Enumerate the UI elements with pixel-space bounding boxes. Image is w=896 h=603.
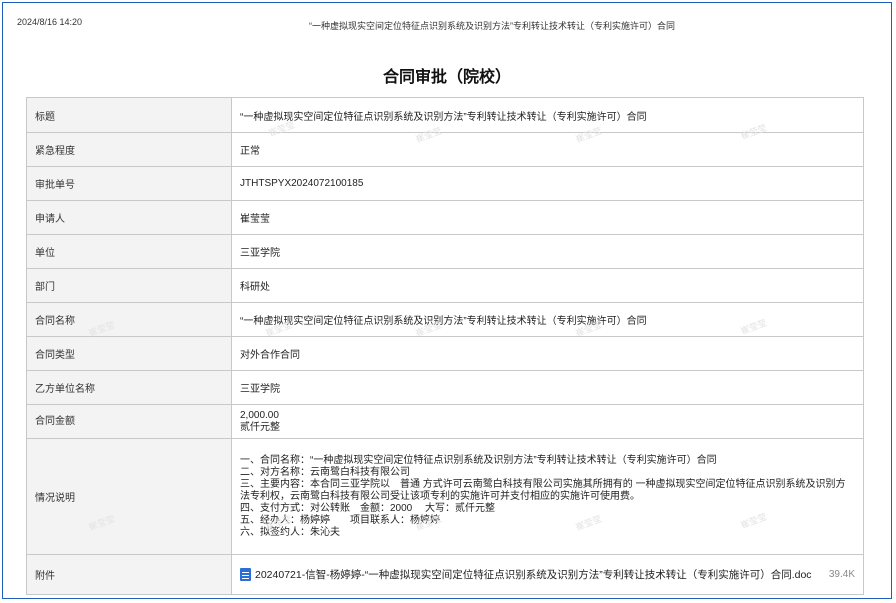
label-amount: 合同金额 — [26, 404, 232, 439]
amount-number: 2,000.00 — [240, 409, 279, 421]
label-party-b: 乙方单位名称 — [26, 370, 232, 405]
page-title: 合同审批（院校） — [382, 69, 511, 86]
value-attachment: 20240721-信智-杨婷婷-“一种虚拟现实空间定位特征点识别系统及识别方法”… — [231, 554, 864, 595]
row-department: 部门 科研处 — [26, 268, 864, 303]
approval-form-table: 标题 “一种虚拟现实空间定位特征点识别系统及识别方法”专利转让技术转让（专利实施… — [26, 97, 864, 595]
value-unit: 三亚学院 — [231, 234, 864, 269]
row-title: 标题 “一种虚拟现实空间定位特征点识别系统及识别方法”专利转让技术转让（专利实施… — [26, 97, 864, 133]
description-line: 一、合同名称：“一种虚拟现实空间定位特征点识别系统及识别方法”专利转让技术转让（… — [240, 454, 717, 466]
amount-chinese: 贰仟元整 — [240, 421, 280, 433]
value-title: “一种虚拟现实空间定位特征点识别系统及识别方法”专利转让技术转让（专利实施许可）… — [231, 97, 864, 133]
label-title: 标题 — [26, 97, 232, 133]
row-contract-type: 合同类型 对外合作合同 — [26, 336, 864, 371]
row-urgency: 紧急程度 正常 — [26, 132, 864, 167]
value-contract-name: “一种虚拟现实空间定位特征点识别系统及识别方法”专利转让技术转让（专利实施许可）… — [231, 302, 864, 337]
label-unit: 单位 — [26, 234, 232, 269]
row-description: 情况说明 一、合同名称：“一种虚拟现实空间定位特征点识别系统及识别方法”专利转让… — [26, 438, 864, 555]
description-line: 四、支付方式：对公转账 金额：2000 大写：贰仟元整 — [240, 502, 496, 514]
row-applicant: 申请人 崔莹莹 — [26, 200, 864, 235]
value-description: 一、合同名称：“一种虚拟现实空间定位特征点识别系统及识别方法”专利转让技术转让（… — [231, 438, 864, 555]
value-department: 科研处 — [231, 268, 864, 303]
row-party-b: 乙方单位名称 三亚学院 — [26, 370, 864, 405]
description-line: 六、拟签约人：朱沁夫 — [240, 526, 340, 538]
description-line: 五、经办人：杨婷婷 项目联系人：杨婷婷 — [240, 514, 440, 526]
description-line: 二、对方名称：云南鹭白科技有限公司 — [240, 466, 410, 478]
label-attachment: 附件 — [26, 554, 232, 595]
value-applicant: 崔莹莹 — [231, 200, 864, 235]
label-contract-name: 合同名称 — [26, 302, 232, 337]
label-approval-no: 审批单号 — [26, 166, 232, 201]
attachment-item[interactable]: 20240721-信智-杨婷婷-“一种虚拟现实空间定位特征点识别系统及识别方法”… — [240, 567, 855, 582]
attachment-file-link[interactable]: 20240721-信智-杨婷婷-“一种虚拟现实空间定位特征点识别系统及识别方法”… — [255, 567, 812, 582]
doc-file-icon — [240, 568, 251, 581]
value-contract-type: 对外合作合同 — [231, 336, 864, 371]
row-amount: 合同金额 2,000.00 贰仟元整 — [26, 404, 864, 439]
label-description: 情况说明 — [26, 438, 232, 555]
label-department: 部门 — [26, 268, 232, 303]
row-contract-name: 合同名称 “一种虚拟现实空间定位特征点识别系统及识别方法”专利转让技术转让（专利… — [26, 302, 864, 337]
print-doc-title: “一种虚拟现实空间定位特征点识别系统及识别方法”专利转让技术转让（专利实施许可）… — [309, 21, 675, 31]
row-unit: 单位 三亚学院 — [26, 234, 864, 269]
row-attachment: 附件 20240721-信智-杨婷婷-“一种虚拟现实空间定位特征点识别系统及识别… — [26, 554, 864, 595]
label-applicant: 申请人 — [26, 200, 232, 235]
label-contract-type: 合同类型 — [26, 336, 232, 371]
label-urgency: 紧急程度 — [26, 132, 232, 167]
value-amount: 2,000.00 贰仟元整 — [231, 404, 864, 439]
description-line: 三、主要内容：本合同三亚学院以 普通 方式许可云南鹭白科技有限公司实施其所拥有的… — [240, 478, 846, 502]
value-party-b: 三亚学院 — [231, 370, 864, 405]
value-approval-no: JTHTSPYX2024072100185 — [231, 166, 864, 201]
value-urgency: 正常 — [231, 132, 864, 167]
attachment-size: 39.4K — [828, 569, 855, 580]
row-approval-no: 审批单号 JTHTSPYX2024072100185 — [26, 166, 864, 201]
